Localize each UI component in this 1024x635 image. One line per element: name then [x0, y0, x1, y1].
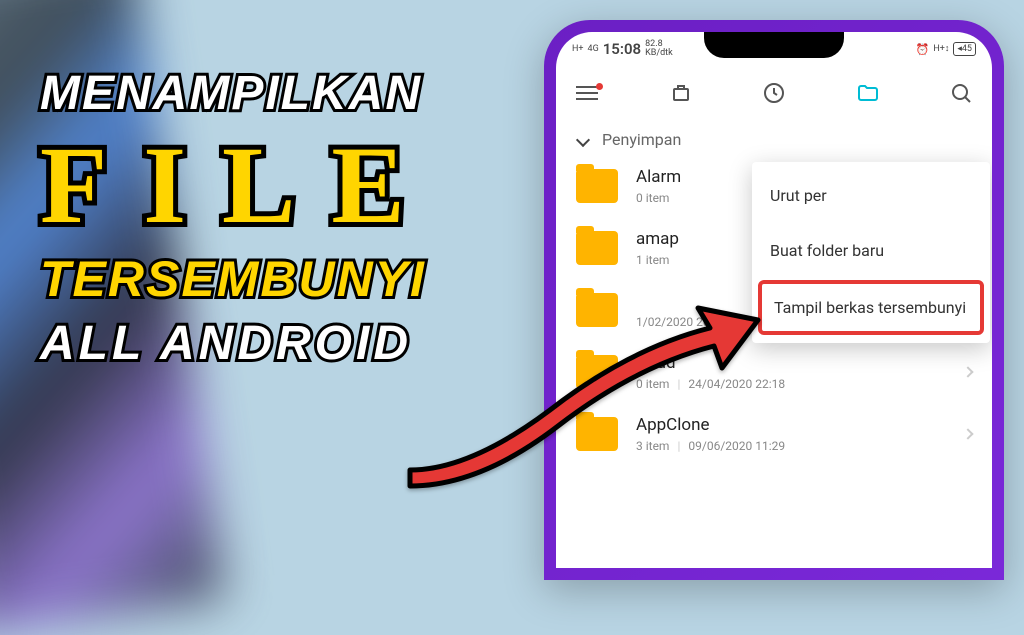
folder-icon [576, 293, 618, 327]
folder-icon [576, 417, 618, 451]
folder-icon [576, 355, 618, 389]
folder-icon [856, 81, 880, 105]
search-icon [949, 81, 973, 105]
notification-dot-icon [596, 83, 603, 90]
list-item[interactable]: AppClone 3 item|09/06/2020 11:29 [560, 403, 988, 465]
alarm-icon: ⏰ [916, 43, 930, 56]
title-line-2: FILE [40, 130, 441, 240]
file-name: AppClone [636, 415, 946, 435]
signal-4g-icon: 4G [588, 45, 599, 54]
title-line-4: ALL ANDROID [40, 320, 441, 368]
tab-files[interactable] [855, 80, 881, 106]
search-button[interactable] [948, 80, 974, 106]
chevron-down-icon [576, 132, 590, 146]
menu-item-new-folder[interactable]: Buat folder baru [752, 223, 990, 278]
title-line-3: TERSEMBUNYI [40, 254, 441, 304]
phone-screen: H+ 4G 15:08 82.8 KB/dtk ⏰ H+↕ ◂45 [556, 32, 992, 568]
broom-icon [669, 81, 693, 105]
chevron-right-icon [962, 366, 973, 377]
folder-icon [576, 169, 618, 203]
app-toolbar [556, 66, 992, 120]
net-speed-unit: KB/dtk [645, 49, 673, 58]
chevron-right-icon [962, 428, 973, 439]
context-menu: Urut per Buat folder baru Tampil berkas … [752, 162, 990, 343]
menu-item-sort[interactable]: Urut per [752, 168, 990, 223]
tab-recent[interactable] [761, 80, 787, 106]
thumbnail-title: MENAMPILKAN FILE TERSEMBUNYI ALL ANDROID [40, 70, 441, 368]
tab-cleaner[interactable] [668, 80, 694, 106]
file-name: fraud [636, 353, 946, 373]
menu-item-show-hidden[interactable]: Tampil berkas tersembunyi [758, 280, 984, 335]
hamburger-icon [576, 86, 598, 100]
list-item[interactable]: fraud 0 item|24/04/2020 22:18 [560, 341, 988, 403]
clock: 15:08 [603, 40, 641, 58]
battery-icon: ◂45 [953, 42, 976, 56]
title-line-1: MENAMPILKAN [40, 70, 441, 118]
data-icon: H+↕ [933, 45, 949, 54]
menu-button[interactable] [574, 80, 600, 106]
phone-frame: H+ 4G 15:08 82.8 KB/dtk ⏰ H+↕ ◂45 [544, 20, 1004, 580]
clock-icon [762, 81, 786, 105]
breadcrumb[interactable]: Penyimpan [556, 120, 992, 155]
notch [704, 32, 844, 58]
breadcrumb-path: Penyimpan [602, 130, 681, 149]
signal-icon: H+ [572, 45, 584, 54]
folder-icon [576, 231, 618, 265]
